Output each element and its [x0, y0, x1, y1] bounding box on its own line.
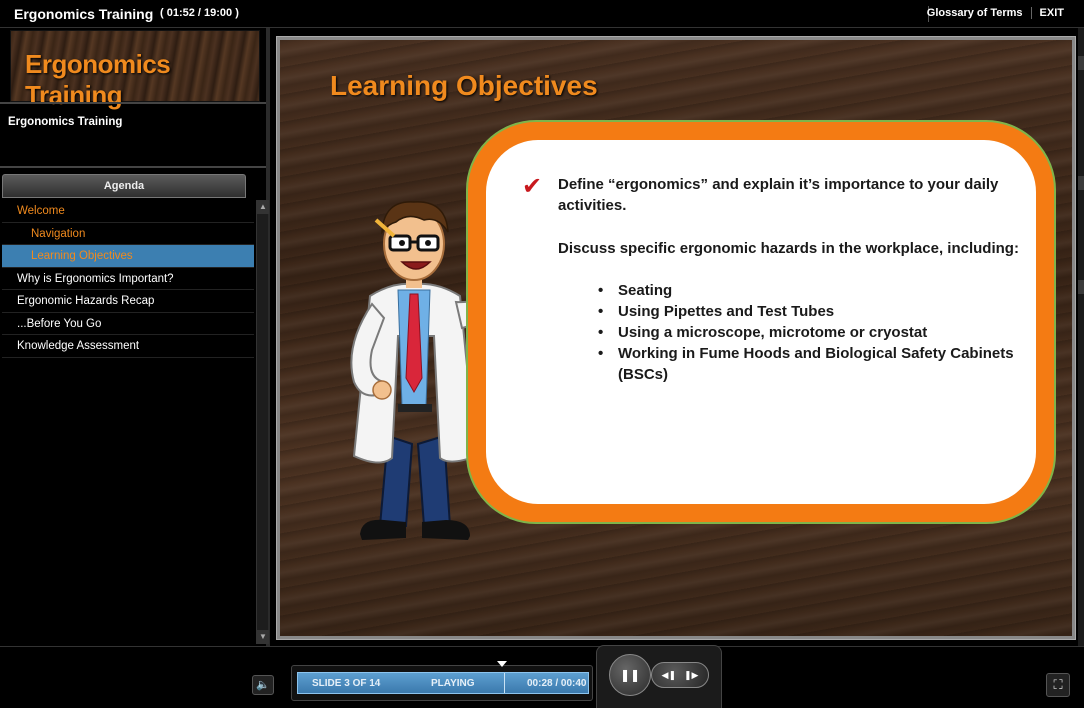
scroll-up-icon[interactable]: ▲: [257, 200, 269, 214]
playhead-icon[interactable]: [497, 661, 507, 667]
app-title: Ergonomics Training: [14, 6, 154, 22]
edge-marker: [1078, 176, 1084, 190]
objective-define: Define “ergonomics” and explain it’s imp…: [558, 176, 999, 214]
list-item: Using Pipettes and Test Tubes: [598, 301, 1018, 322]
exit-link[interactable]: EXIT: [1040, 7, 1064, 19]
edge-marker: [1078, 56, 1084, 70]
agenda-item-learning-objectives[interactable]: Learning Objectives: [2, 245, 254, 268]
objectives-bubble: ✔ Define “ergonomics” and explain it’s i…: [466, 120, 1056, 524]
agenda-item-knowledge-assessment[interactable]: Knowledge Assessment: [2, 335, 254, 358]
tab-agenda[interactable]: Agenda: [2, 174, 246, 198]
list-item: Seating: [598, 280, 1018, 301]
top-bar: Ergonomics Training ( 01:52 / 19:00 ) Gl…: [0, 0, 1084, 28]
right-edge: [1078, 28, 1084, 646]
slide-time: 00:28 / 00:40: [527, 678, 587, 689]
check-icon: ✔: [522, 173, 543, 200]
slide-content: Learning Objectives ✔ Define “ergonomics…: [280, 40, 1072, 636]
agenda-item-before-you-go[interactable]: ...Before You Go: [2, 313, 254, 335]
progress-container: SLIDE 3 OF 14 PLAYING 00:28 / 00:40: [291, 665, 593, 701]
link-separator: [1030, 7, 1032, 19]
player-bar: 🔈 SLIDE 3 OF 14 PLAYING 00:28 / 00:40 ❚❚…: [0, 645, 1084, 708]
skip-controls: ◀❚ ❚▶: [651, 662, 709, 688]
course-logo: Ergonomics Training: [10, 30, 260, 110]
rewind-icon[interactable]: ◀❚: [662, 670, 676, 681]
objectives-panel: ✔ Define “ergonomics” and explain it’s i…: [486, 140, 1036, 504]
agenda-scrollbar[interactable]: ▲ ▼: [256, 200, 269, 644]
progress-bar[interactable]: SLIDE 3 OF 14 PLAYING 00:28 / 00:40: [297, 672, 589, 694]
agenda-item-navigation[interactable]: Navigation: [2, 223, 254, 245]
sidebar: Ergonomics Training Ergonomics Training …: [0, 28, 270, 646]
agenda-item-welcome[interactable]: Welcome: [2, 200, 254, 223]
course-time: ( 01:52 / 19:00 ): [160, 7, 239, 19]
scroll-down-icon[interactable]: ▼: [257, 630, 269, 644]
progress-divider: [504, 673, 505, 693]
slide-frame: Learning Objectives ✔ Define “ergonomics…: [276, 36, 1076, 640]
edge-marker: [1078, 280, 1084, 294]
objective-discuss: Discuss specific ergonomic hazards in th…: [558, 240, 1019, 257]
play-state: PLAYING: [431, 678, 475, 689]
slide-title: Learning Objectives: [330, 70, 598, 101]
fullscreen-icon[interactable]: ⛶: [1046, 673, 1070, 697]
slide-count: SLIDE 3 OF 14: [312, 678, 381, 689]
list-item: Working in Fume Hoods and Biological Saf…: [598, 343, 1018, 385]
hazard-list: Seating Using Pipettes and Test Tubes Us…: [598, 280, 1018, 385]
agenda-item-hazards-recap[interactable]: Ergonomic Hazards Recap: [2, 290, 254, 313]
glossary-link[interactable]: Glossary of Terms: [927, 7, 1023, 19]
agenda-list: Welcome Navigation Learning Objectives W…: [2, 200, 254, 358]
forward-icon[interactable]: ❚▶: [684, 670, 698, 681]
speaker-icon[interactable]: 🔈: [252, 675, 274, 695]
playback-controls: ❚❚ ◀❚ ❚▶: [596, 645, 722, 708]
top-links: Glossary of Terms EXIT: [927, 7, 1064, 19]
list-item: Using a microscope, microtome or cryosta…: [598, 322, 1018, 343]
pause-icon[interactable]: ❚❚: [609, 654, 651, 696]
course-info: Ergonomics Training: [0, 102, 270, 168]
agenda-item-why-ergonomics[interactable]: Why is Ergonomics Important?: [2, 268, 254, 290]
course-title: Ergonomics Training: [8, 116, 123, 128]
